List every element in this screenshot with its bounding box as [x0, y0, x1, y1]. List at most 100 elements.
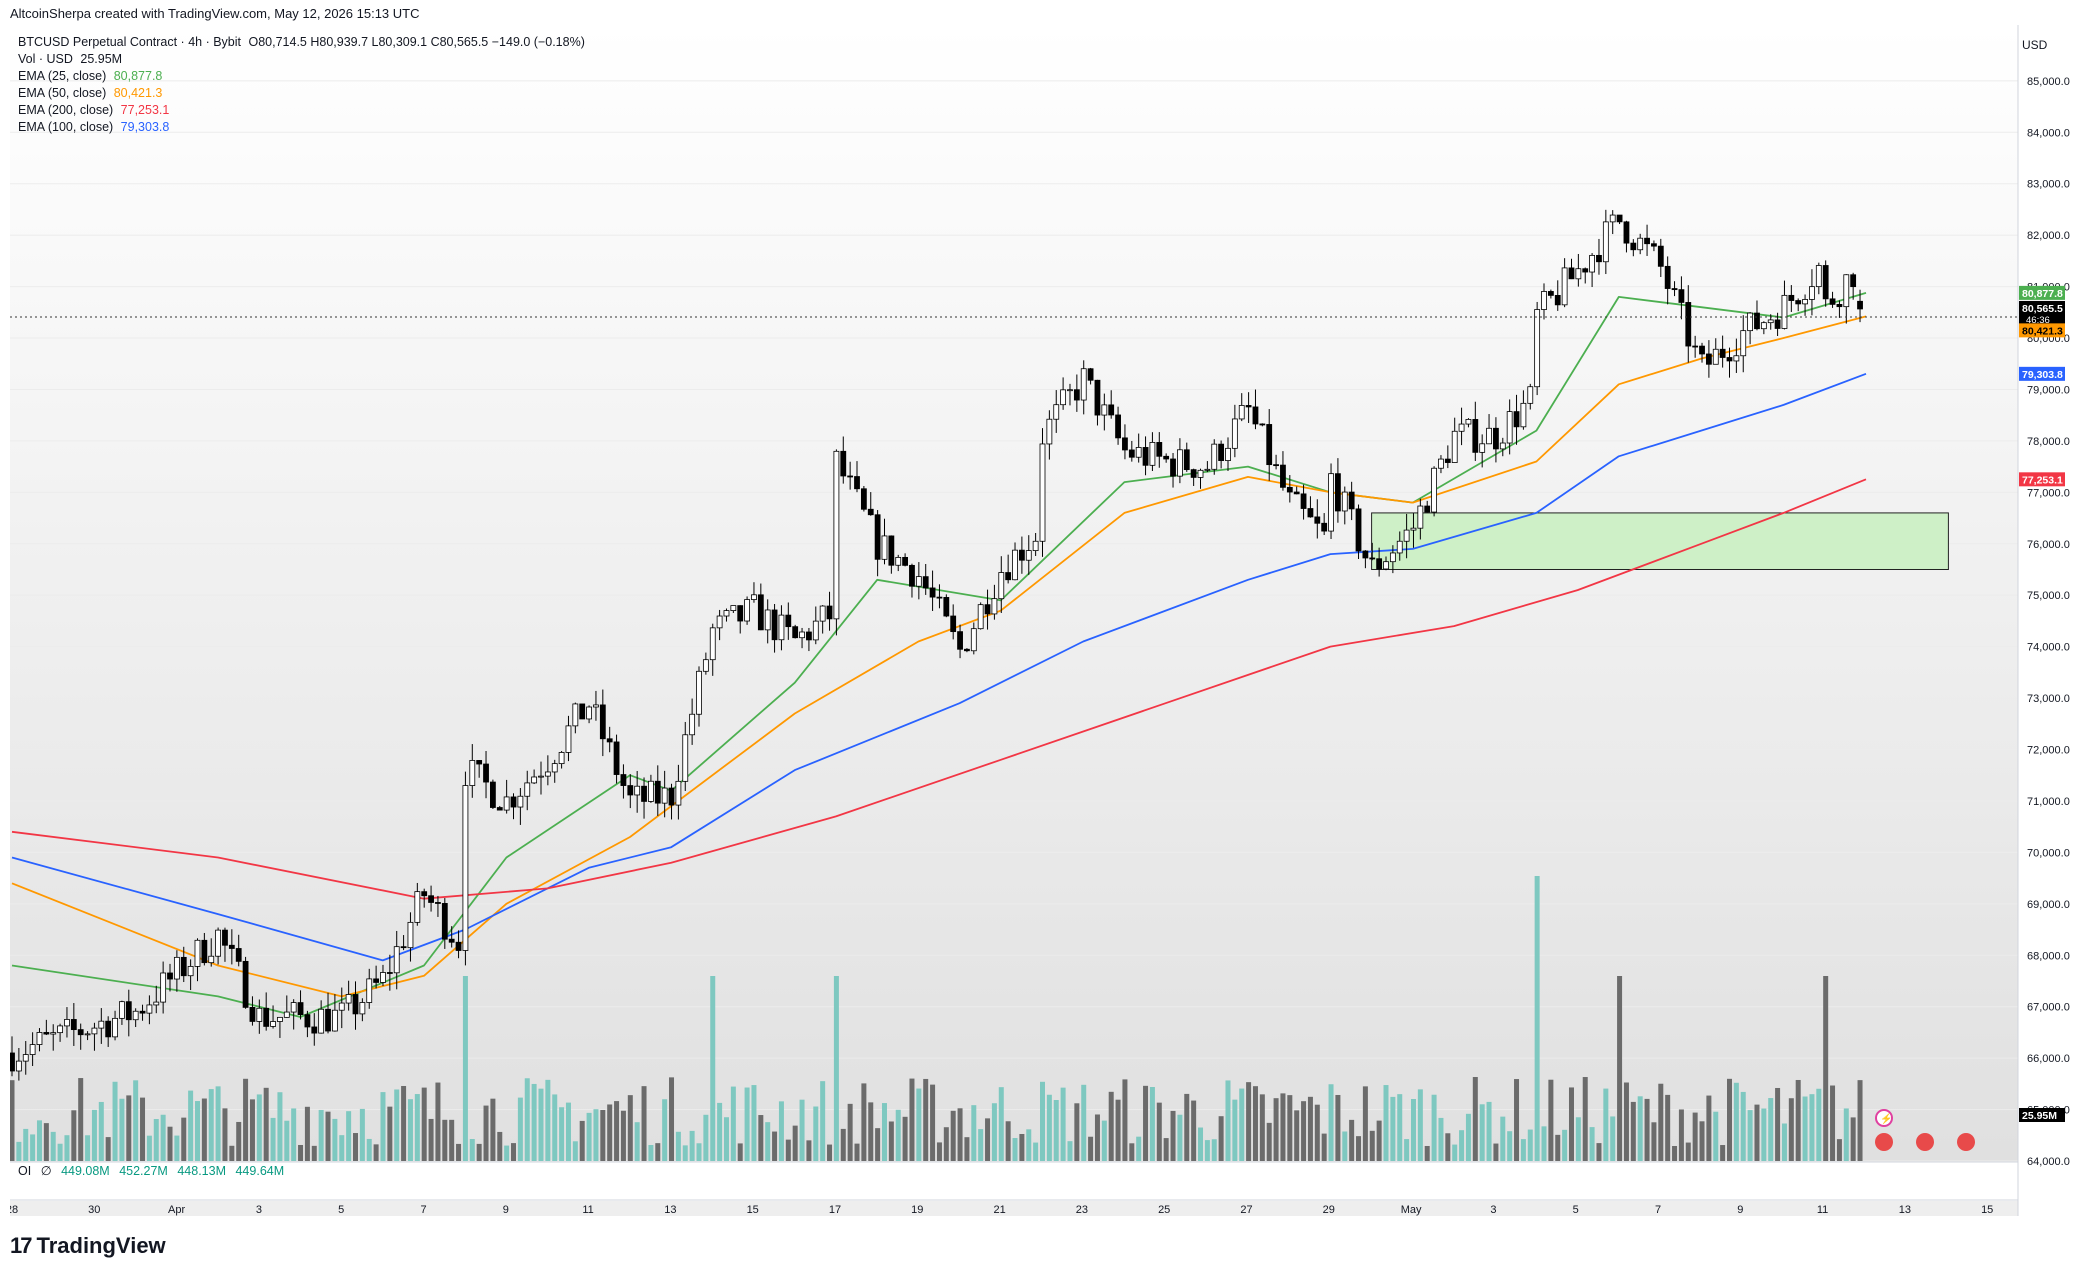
symbol-name[interactable]: BTCUSD Perpetual Contract · 4h · Bybit: [18, 35, 241, 49]
volume-bar: [1781, 1123, 1787, 1161]
volume-bar: [1747, 1110, 1753, 1161]
volume-bar: [153, 1119, 159, 1161]
candle-body: [1678, 289, 1685, 303]
volume-bar: [1108, 1091, 1114, 1161]
price-chart[interactable]: 85,000.084,000.083,000.082,000.081,000.0…: [6, 25, 2072, 1216]
legend-ema50-row[interactable]: EMA (50, close) 80,421.3: [18, 85, 585, 102]
candle-body: [1623, 221, 1630, 244]
candle-body: [654, 780, 661, 804]
candle-body: [180, 956, 187, 977]
candle-body: [1163, 455, 1170, 460]
volume-bar: [1246, 1082, 1252, 1161]
volume-bar: [572, 1141, 578, 1161]
volume-bar: [353, 1133, 358, 1161]
candle-body: [1719, 348, 1726, 358]
candle-body: [277, 1016, 283, 1022]
volume-bar: [1404, 1139, 1410, 1161]
volume-bar: [593, 1109, 599, 1161]
candle-body: [1108, 404, 1115, 416]
candle-body: [510, 796, 517, 808]
volume-bar: [772, 1131, 778, 1161]
candle-body: [1286, 486, 1293, 493]
legend-ema100-row[interactable]: EMA (100, close) 79,303.8: [18, 119, 585, 136]
candle-body: [1781, 294, 1788, 329]
volume-bar: [1328, 1084, 1334, 1161]
candle-body: [496, 807, 503, 811]
volume-bar: [1548, 1079, 1554, 1161]
volume-bar: [1383, 1085, 1389, 1161]
volume-bar: [1307, 1096, 1313, 1161]
volume-bar: [311, 1145, 317, 1161]
chart-area[interactable]: 85,000.084,000.083,000.082,000.081,000.0…: [6, 25, 2072, 1216]
candle-body: [819, 605, 826, 622]
chart-background: [10, 25, 2018, 1161]
candle-body: [943, 597, 950, 617]
support-zone[interactable]: [1371, 512, 1949, 570]
candle-body: [950, 615, 957, 633]
volume-bar: [9, 1080, 15, 1161]
volume-bar: [1191, 1100, 1197, 1161]
candle-body: [1046, 418, 1053, 445]
volume-bar: [1211, 1139, 1217, 1161]
volume-bar: [1074, 1103, 1080, 1161]
candle-body: [242, 960, 249, 1008]
candle-body: [373, 978, 380, 983]
legend-ema200-row[interactable]: EMA (200, close) 77,253.1: [18, 102, 585, 119]
candle-body: [1520, 402, 1527, 428]
candle-body: [1472, 419, 1479, 453]
volume-bar: [1672, 1145, 1678, 1161]
candle-body: [977, 604, 984, 630]
volume-bar: [1122, 1079, 1128, 1161]
volume-bar: [1156, 1102, 1162, 1161]
volume-bar: [1692, 1112, 1698, 1161]
candle-body: [1575, 268, 1582, 280]
volume-bar: [1225, 1080, 1231, 1161]
volume-bar: [462, 976, 468, 1161]
candle-body: [565, 725, 572, 753]
volume-bar: [1651, 1122, 1657, 1161]
candle-body: [187, 966, 194, 977]
candle-body: [1499, 442, 1506, 450]
volume-bar: [1424, 1145, 1430, 1161]
candle-body: [304, 1014, 311, 1028]
volume-bar: [1816, 1088, 1822, 1161]
time-tick-label: 3: [1490, 1204, 1496, 1216]
candle-body: [386, 972, 393, 974]
us-flag-icon[interactable]: [1916, 1133, 1934, 1151]
candle-body: [531, 776, 538, 784]
candle-body: [112, 1017, 118, 1038]
candle-body: [1369, 557, 1376, 560]
legend-ema25-row[interactable]: EMA (25, close) 80,877.8: [18, 68, 585, 85]
candle-body: [1252, 406, 1259, 425]
legend-volume-row[interactable]: Vol · USD 25.95M: [18, 51, 585, 68]
price-tick-label: 75,000.0: [2027, 590, 2070, 602]
volume-bar: [1665, 1094, 1671, 1161]
candle-body: [297, 1002, 304, 1016]
currency-label[interactable]: USD: [2022, 38, 2047, 52]
volume-bar: [620, 1110, 626, 1161]
volume-bar: [737, 1143, 743, 1161]
candle-body: [1403, 529, 1410, 542]
volume-bar: [881, 1103, 887, 1161]
volume-bar: [256, 1094, 262, 1161]
candle-body: [1190, 469, 1197, 478]
volume-bar: [1321, 1133, 1327, 1161]
candle-body: [1005, 572, 1012, 581]
volume-bar: [833, 976, 839, 1161]
candle-body: [840, 450, 847, 477]
tradingview-mark-icon: 17: [10, 1233, 33, 1258]
volume-bar: [607, 1104, 613, 1161]
us-flag-icon[interactable]: [1875, 1133, 1893, 1151]
candle-body: [1726, 357, 1733, 362]
volume-bar: [758, 1115, 764, 1161]
volume-bar: [23, 1128, 29, 1161]
ohlc-values: O80,714.5 H80,939.7 L80,309.1 C80,565.5 …: [248, 35, 585, 49]
price-axis-bg: [2019, 25, 2072, 1216]
oi-legend[interactable]: OI ∅ 449.08M 452.27M 448.13M 449.64M: [18, 1163, 284, 1178]
us-flag-icon[interactable]: [1957, 1133, 1975, 1151]
oi-pane: [10, 1162, 2018, 1200]
volume-bar: [1541, 1126, 1547, 1161]
tradingview-logo[interactable]: 17 TradingView: [10, 1233, 166, 1259]
volume-bar: [930, 1084, 936, 1161]
volume-bar: [1115, 1099, 1121, 1161]
